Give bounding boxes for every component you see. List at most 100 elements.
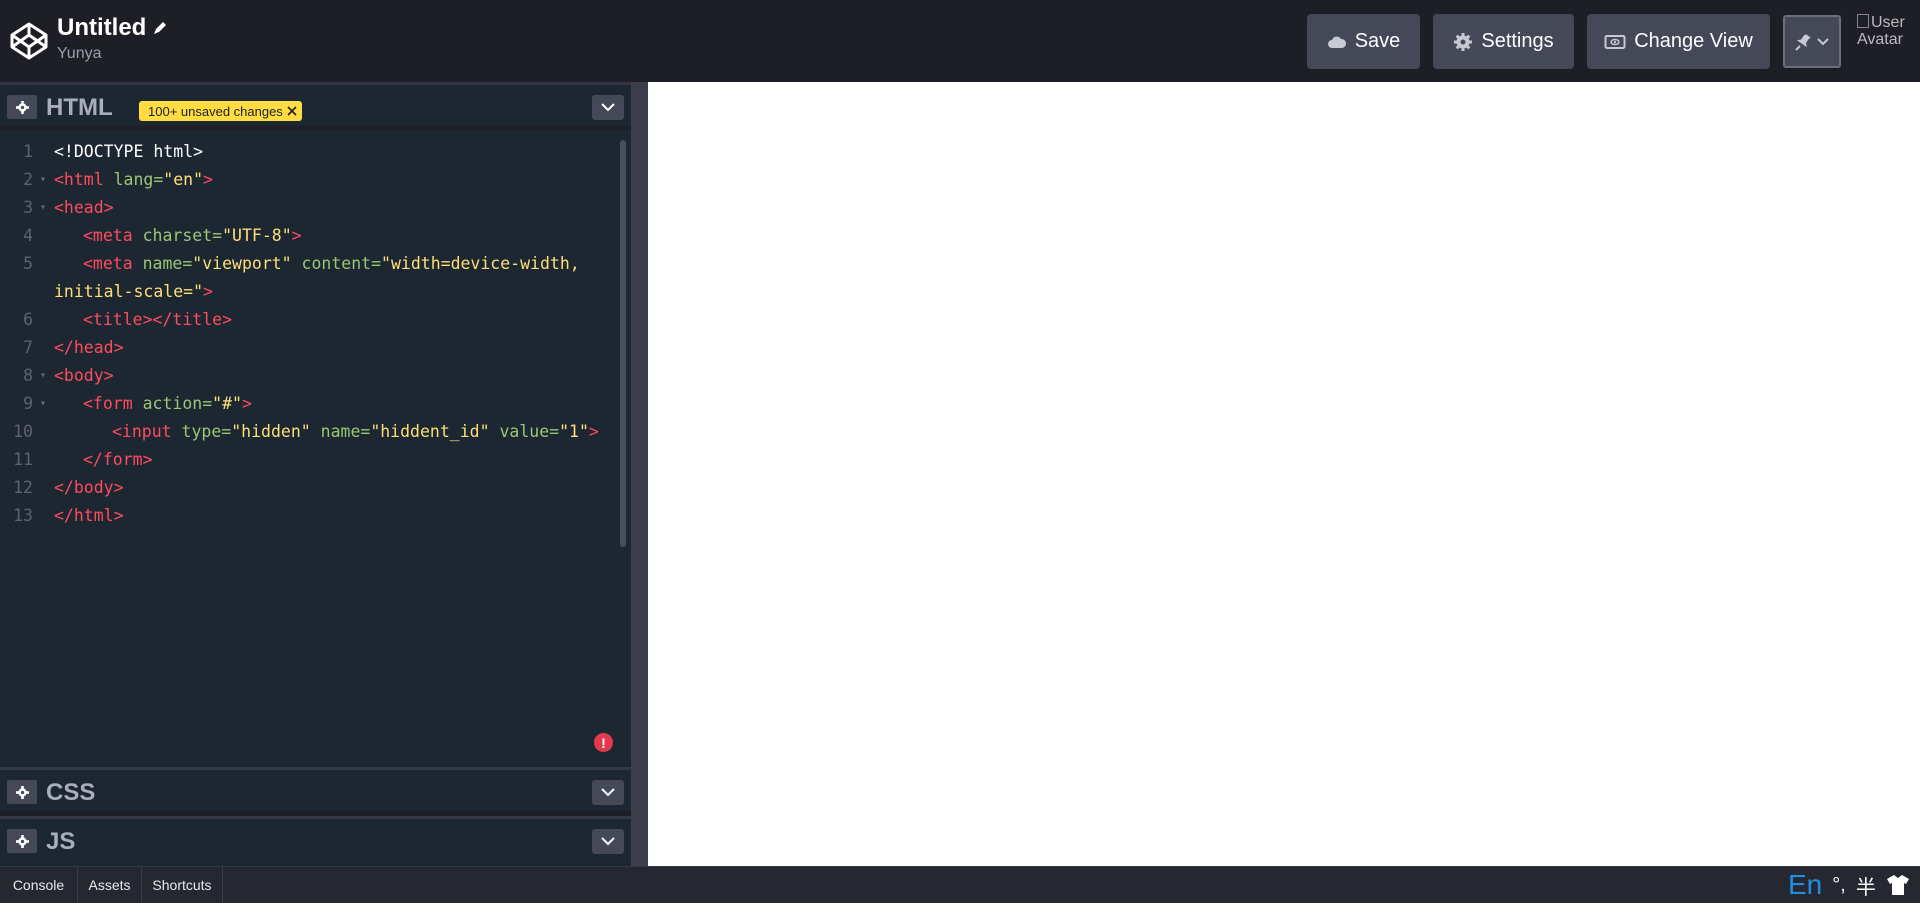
- line-number: 7: [23, 338, 33, 357]
- js-collapse-button[interactable]: [592, 829, 624, 854]
- code-token: "viewport": [192, 254, 292, 273]
- html-panel-title: HTML: [46, 94, 113, 121]
- js-settings-button[interactable]: [7, 829, 37, 853]
- line-number: 2: [23, 170, 33, 189]
- html-code-editor[interactable]: 1 <!DOCTYPE html> 2 ▾ <html lang="en"> 3 ▾ <hea…: [0, 130, 631, 767]
- css-panel-header[interactable]: CSS: [0, 767, 631, 811]
- code-text: <form action="#">: [83, 390, 252, 418]
- code-token: "en": [163, 170, 204, 189]
- pen-author[interactable]: Yunya: [57, 45, 168, 63]
- resize-gutter[interactable]: [631, 82, 648, 866]
- code-token: value=: [489, 422, 560, 441]
- code-text: </html>: [54, 502, 124, 530]
- js-panel-header[interactable]: JS: [0, 816, 631, 866]
- shirt-icon[interactable]: [1886, 874, 1910, 896]
- code-text: <title></title>: [83, 306, 232, 334]
- line-number: 8: [23, 366, 33, 385]
- pen-title-block: Untitled Yunya: [57, 14, 168, 63]
- line-number: 4: [23, 226, 33, 245]
- line-number: 10: [13, 422, 33, 441]
- gear-icon: [15, 785, 29, 799]
- result-preview[interactable]: [648, 82, 1920, 866]
- code-text: </form>: [83, 446, 153, 474]
- unsaved-changes-badge[interactable]: 100+ unsaved changes: [139, 101, 302, 121]
- code-text: initial-scale=">: [54, 278, 213, 306]
- code-token: "#": [212, 394, 242, 413]
- save-button-label: Save: [1354, 30, 1401, 52]
- ime-width[interactable]: 半: [1856, 871, 1876, 900]
- settings-button-label: Settings: [1481, 30, 1554, 52]
- code-token: name=: [142, 254, 193, 273]
- pin-dropdown-button[interactable]: [1783, 15, 1841, 68]
- broken-image-icon: [1857, 14, 1869, 28]
- fold-arrow-icon[interactable]: ▾: [40, 166, 46, 194]
- user-avatar[interactable]: User Avatar: [1857, 14, 1913, 54]
- change-view-button[interactable]: Change View: [1587, 14, 1770, 69]
- error-icon[interactable]: !: [594, 733, 613, 752]
- code-token: "1": [559, 422, 589, 441]
- code-token: initial-scale=": [54, 282, 204, 301]
- cloud-icon: [1327, 36, 1346, 48]
- settings-button[interactable]: Settings: [1433, 14, 1574, 69]
- close-icon[interactable]: [287, 106, 297, 116]
- code-text: </head>: [54, 334, 124, 362]
- layout-icon: [1604, 34, 1626, 49]
- code-token: <meta: [83, 226, 143, 245]
- js-panel-title: JS: [46, 828, 76, 855]
- top-header: Untitled Yunya Save Settings Change View…: [0, 0, 1920, 82]
- console-tab[interactable]: Console: [0, 867, 78, 903]
- code-token: <body>: [54, 366, 114, 385]
- code-token: name=: [310, 422, 371, 441]
- pin-icon: [1795, 33, 1811, 51]
- code-token: </form>: [83, 450, 153, 469]
- code-text: <html lang="en">: [54, 166, 213, 194]
- pen-title[interactable]: Untitled: [57, 14, 146, 42]
- code-token: </html>: [54, 506, 124, 525]
- chevron-down-icon: [601, 788, 615, 797]
- code-text: <meta name="viewport" content="width=dev…: [83, 250, 580, 278]
- code-token: <form: [83, 394, 143, 413]
- css-collapse-button[interactable]: [592, 780, 624, 805]
- edit-pencil-icon[interactable]: [152, 20, 168, 36]
- code-text: <meta charset="UTF-8">: [83, 222, 302, 250]
- html-panel-header: HTML 100+ unsaved changes: [0, 82, 631, 126]
- ime-indicator[interactable]: En °, 半: [1788, 868, 1910, 902]
- fold-arrow-icon[interactable]: ▾: [40, 390, 46, 418]
- line-number: 11: [13, 450, 33, 469]
- html-collapse-button[interactable]: [592, 95, 624, 120]
- css-settings-button[interactable]: [7, 780, 37, 804]
- gear-icon: [15, 100, 29, 114]
- code-text: <body>: [54, 362, 114, 390]
- code-token: >: [203, 170, 213, 189]
- editor-scrollbar[interactable]: [620, 140, 626, 547]
- gear-icon: [1454, 32, 1473, 51]
- change-view-button-label: Change View: [1634, 30, 1753, 52]
- ime-punctuation[interactable]: °,: [1832, 874, 1846, 897]
- bottom-footer: Console Assets Shortcuts En °, 半: [0, 866, 1920, 903]
- code-token: <meta: [83, 254, 143, 273]
- shortcuts-tab[interactable]: Shortcuts: [142, 867, 223, 903]
- css-panel-title: CSS: [46, 779, 96, 806]
- unsaved-changes-label: 100+ unsaved changes: [148, 103, 283, 119]
- codepen-logo-icon[interactable]: [9, 21, 49, 61]
- line-number: 5: [23, 254, 33, 273]
- line-number: 3: [23, 198, 33, 217]
- save-button[interactable]: Save: [1307, 14, 1420, 69]
- code-token: "width=device-width,: [381, 254, 580, 273]
- code-token: <input: [112, 422, 182, 441]
- code-token: <head>: [54, 198, 114, 217]
- line-number: 13: [13, 506, 33, 525]
- code-token: lang=: [113, 170, 164, 189]
- fold-arrow-icon[interactable]: ▾: [40, 194, 46, 222]
- assets-tab[interactable]: Assets: [78, 867, 142, 903]
- html-settings-button[interactable]: [7, 95, 37, 119]
- code-token: >: [291, 226, 302, 245]
- fold-arrow-icon[interactable]: ▾: [40, 362, 46, 390]
- code-token: >: [588, 422, 599, 441]
- code-token: action=: [142, 394, 213, 413]
- code-text: <input type="hidden" name="hiddent_id" v…: [112, 418, 599, 446]
- code-token: <!DOCTYPE html>: [54, 142, 204, 161]
- code-token: "hidden": [231, 422, 311, 441]
- code-text: <head>: [54, 194, 114, 222]
- ime-language[interactable]: En: [1788, 869, 1822, 901]
